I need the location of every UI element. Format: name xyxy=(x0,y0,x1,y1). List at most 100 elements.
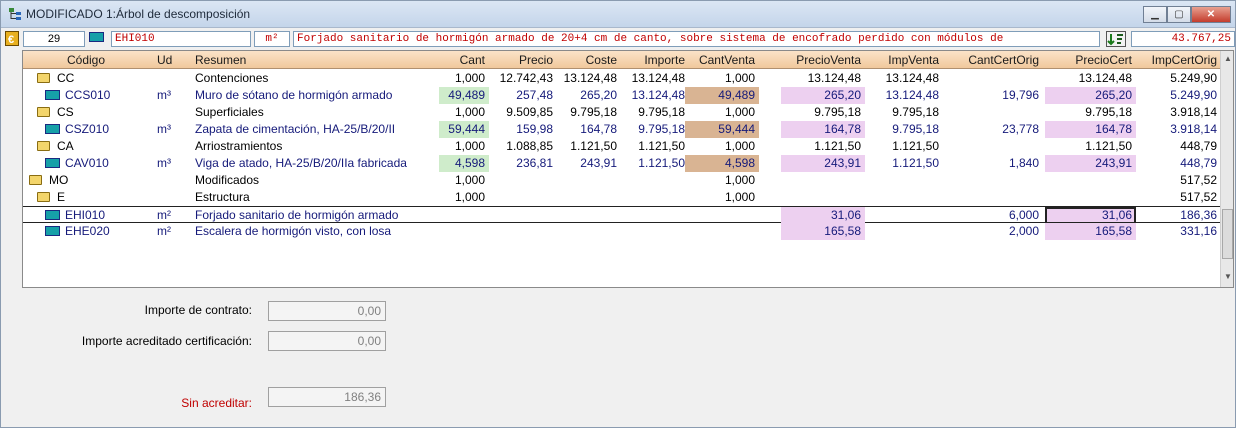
row-cantcert[interactable]: 23,778 xyxy=(945,122,1039,136)
row-cant[interactable]: 59,444 xyxy=(441,122,485,136)
col-header-importe[interactable]: Importe xyxy=(621,53,685,67)
concept-icon[interactable] xyxy=(45,124,60,134)
row-impventa[interactable]: 13.124,48 xyxy=(869,71,939,85)
table-row[interactable]: MO Modificados 1,000 1,000 517,52 xyxy=(23,172,1221,189)
decomposition-tree-grid[interactable]: Código Ud Resumen Cant Precio Coste Impo… xyxy=(22,50,1234,288)
row-precioventa[interactable]: 243,91 xyxy=(783,156,861,170)
row-code[interactable]: MO xyxy=(49,173,139,187)
row-impcert[interactable]: 331,16 xyxy=(1135,224,1217,238)
row-resumen[interactable]: Zapata de cimentación, HA-25/B/20/II xyxy=(195,122,439,136)
row-impcert[interactable]: 5.249,90 xyxy=(1135,71,1217,85)
row-resumen[interactable]: Viga de atado, HA-25/B/20/IIa fabricada xyxy=(195,156,439,170)
table-row[interactable]: CA Arriostramientos 1,000 1.088,85 1.121,50 1… xyxy=(23,138,1221,155)
minimize-button[interactable]: ▁ xyxy=(1143,6,1167,23)
code-field[interactable]: EHI010 xyxy=(111,31,251,47)
table-row[interactable]: EHE020 m² Escalera de hormigón visto, con … xyxy=(23,223,1221,240)
table-row[interactable]: CC Contenciones 1,000 12.742,43 13.124,48 13.… xyxy=(23,70,1221,87)
col-header-codigo[interactable]: Código xyxy=(67,53,105,67)
row-coste[interactable]: 265,20 xyxy=(559,88,617,102)
row-impcert[interactable]: 186,36 xyxy=(1135,208,1217,222)
col-header-cantventa[interactable]: CantVenta xyxy=(687,53,755,67)
maximize-button[interactable]: ▢ xyxy=(1167,6,1191,23)
row-impventa[interactable]: 1.121,50 xyxy=(869,156,939,170)
row-cantventa[interactable]: 1,000 xyxy=(687,190,755,204)
row-cantventa[interactable]: 59,444 xyxy=(687,122,755,136)
row-precio[interactable]: 9.509,85 xyxy=(493,105,553,119)
row-importe[interactable]: 9.795,18 xyxy=(621,122,685,136)
count-field[interactable]: 29 xyxy=(23,31,85,47)
col-header-cant[interactable]: Cant xyxy=(441,53,485,67)
row-impventa[interactable]: 13.124,48 xyxy=(869,88,939,102)
row-cantcert[interactable]: 19,796 xyxy=(945,88,1039,102)
row-cantventa[interactable]: 1,000 xyxy=(687,71,755,85)
row-preciocert[interactable]: 164,78 xyxy=(1047,122,1132,136)
row-code[interactable]: CCS010 xyxy=(65,88,155,102)
row-cant[interactable]: 1,000 xyxy=(441,173,485,187)
row-cantcert[interactable]: 1,840 xyxy=(945,156,1039,170)
row-precioventa[interactable]: 164,78 xyxy=(783,122,861,136)
row-coste[interactable]: 9.795,18 xyxy=(559,105,617,119)
row-code[interactable]: CSZ010 xyxy=(65,122,155,136)
row-resumen[interactable]: Contenciones xyxy=(195,71,439,85)
total-field[interactable]: 43.767,25 xyxy=(1131,31,1235,47)
scrollbar-thumb[interactable] xyxy=(1222,209,1233,259)
row-impcert[interactable]: 448,79 xyxy=(1135,139,1217,153)
row-code[interactable]: CS xyxy=(57,105,147,119)
row-coste[interactable]: 164,78 xyxy=(559,122,617,136)
row-cant[interactable]: 1,000 xyxy=(441,71,485,85)
row-impcert[interactable]: 517,52 xyxy=(1135,173,1217,187)
sort-icon[interactable] xyxy=(1106,31,1126,47)
row-precio[interactable]: 236,81 xyxy=(493,156,553,170)
col-header-impcertorig[interactable]: ImpCertOrig xyxy=(1135,53,1217,67)
concept-icon[interactable] xyxy=(45,226,60,236)
row-precio[interactable]: 257,48 xyxy=(493,88,553,102)
table-row[interactable]: EHI010 m² Forjado sanitario de hormigón ar… xyxy=(23,206,1221,224)
folder-icon[interactable] xyxy=(37,192,50,202)
row-code[interactable]: CA xyxy=(57,139,147,153)
concept-icon[interactable] xyxy=(45,210,60,220)
concept-type-icon[interactable] xyxy=(89,32,104,44)
row-resumen[interactable]: Escalera de hormigón visto, con losa xyxy=(195,224,439,238)
row-resumen[interactable]: Forjado sanitario de hormigón armado xyxy=(195,208,439,222)
row-preciocert[interactable]: 165,58 xyxy=(1047,224,1132,238)
col-header-resumen[interactable]: Resumen xyxy=(195,53,246,67)
row-cant[interactable]: 49,489 xyxy=(441,88,485,102)
row-precio[interactable]: 1.088,85 xyxy=(493,139,553,153)
folder-icon[interactable] xyxy=(37,107,50,117)
row-code[interactable]: CC xyxy=(57,71,147,85)
row-impcert[interactable]: 3.918,14 xyxy=(1135,122,1217,136)
row-importe[interactable]: 1.121,50 xyxy=(621,156,685,170)
col-header-ud[interactable]: Ud xyxy=(157,53,172,67)
row-impcert[interactable]: 517,52 xyxy=(1135,190,1217,204)
row-preciocert[interactable]: 265,20 xyxy=(1047,88,1132,102)
table-row[interactable]: CAV010 m³ Viga de atado, HA-25/B/20/IIa fa… xyxy=(23,155,1221,172)
col-header-impventa[interactable]: ImpVenta xyxy=(869,53,939,67)
row-precio[interactable]: 12.742,43 xyxy=(493,71,553,85)
description-field[interactable]: Forjado sanitario de hormigón armado de … xyxy=(293,31,1100,47)
row-impcert[interactable]: 3.918,14 xyxy=(1135,105,1217,119)
row-cantcert[interactable]: 6,000 xyxy=(945,208,1039,222)
row-preciocert[interactable]: 1.121,50 xyxy=(1047,139,1132,153)
concept-icon[interactable] xyxy=(45,158,60,168)
row-impcert[interactable]: 448,79 xyxy=(1135,156,1217,170)
col-header-preciocert[interactable]: PrecioCert xyxy=(1047,53,1132,67)
row-importe[interactable]: 1.121,50 xyxy=(621,139,685,153)
row-importe[interactable]: 9.795,18 xyxy=(621,105,685,119)
row-precioventa[interactable]: 31,06 xyxy=(783,208,861,222)
row-code[interactable]: E xyxy=(57,190,147,204)
unit-field[interactable]: m² xyxy=(254,31,290,47)
close-button[interactable]: ✕ xyxy=(1191,6,1231,23)
row-cant[interactable]: 1,000 xyxy=(441,139,485,153)
col-header-cantcertorig[interactable]: CantCertOrig xyxy=(945,53,1039,67)
concept-icon[interactable] xyxy=(45,90,60,100)
row-resumen[interactable]: Modificados xyxy=(195,173,439,187)
row-cantventa[interactable]: 1,000 xyxy=(687,139,755,153)
row-preciocert[interactable]: 243,91 xyxy=(1047,156,1132,170)
row-coste[interactable]: 13.124,48 xyxy=(559,71,617,85)
row-cantventa[interactable]: 49,489 xyxy=(687,88,755,102)
row-precioventa[interactable]: 1.121,50 xyxy=(783,139,861,153)
row-importe[interactable]: 13.124,48 xyxy=(621,71,685,85)
row-preciocert[interactable]: 9.795,18 xyxy=(1047,105,1132,119)
col-header-precio[interactable]: Precio xyxy=(493,53,553,67)
row-impventa[interactable]: 1.121,50 xyxy=(869,139,939,153)
